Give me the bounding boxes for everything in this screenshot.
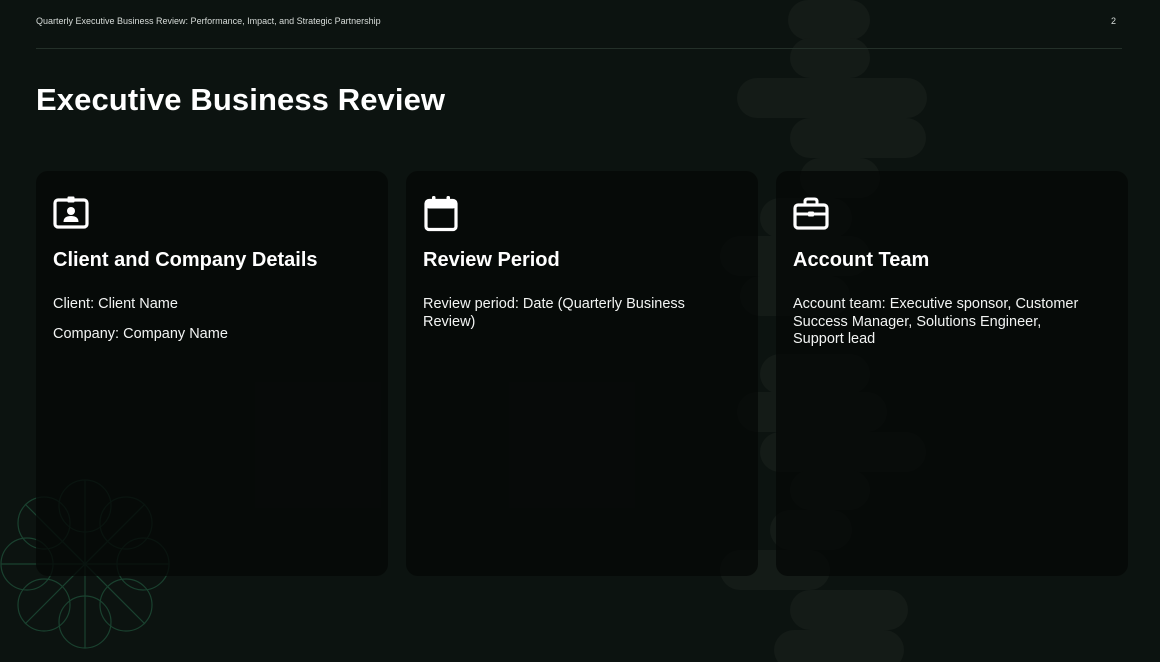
header-divider <box>36 48 1122 49</box>
id-badge-icon <box>53 195 91 233</box>
review-period-text: Review period: Date (Quarterly Business … <box>423 296 685 330</box>
company-name-text: Company: Company Name <box>53 325 228 342</box>
briefcase-icon <box>793 195 831 233</box>
slide-title: Executive Business Review <box>36 82 446 117</box>
client-name-text: Client: Client Name <box>53 296 178 312</box>
page-number: 2 <box>1110 16 1116 26</box>
review-period-card: Review Period Review period: Date (Quart… <box>406 171 758 576</box>
card-title: Account Team <box>793 249 930 271</box>
card-body: Account team: Executive sponsor, Custome… <box>793 296 1111 349</box>
calendar-icon <box>423 195 461 233</box>
card-body: Review period: Date (Quarterly Business … <box>423 296 741 331</box>
deck-title: Quarterly Executive Business Review: Per… <box>36 16 381 26</box>
card-title: Client and Company Details <box>53 249 318 271</box>
account-team-card: Account Team Account team: Executive spo… <box>776 171 1128 576</box>
client-details-card: Client and Company Details Client: Clien… <box>36 171 388 576</box>
card-title: Review Period <box>423 249 560 271</box>
account-team-text: Account team: Executive sponsor, Custome… <box>793 296 1079 347</box>
card-body: Client: Client Name Company: Company Nam… <box>53 296 371 343</box>
